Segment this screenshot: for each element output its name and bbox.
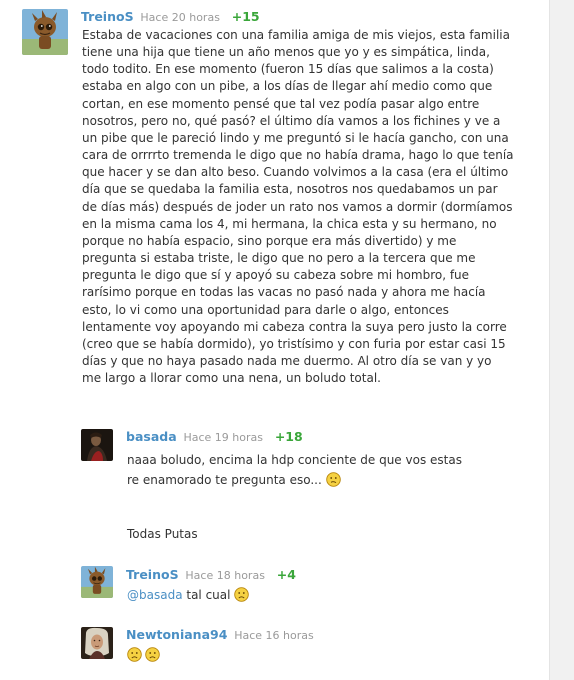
vote-score: +4 [276, 567, 296, 582]
groot-avatar[interactable] [22, 9, 68, 55]
page-scroll-gutter [549, 0, 574, 680]
timestamp[interactable]: Hace 20 horas [140, 11, 220, 24]
comment-header: basada Hace 19 horas +18 [126, 429, 303, 446]
user-mention-link[interactable]: @basada [127, 588, 183, 602]
username[interactable]: TreinoS [126, 567, 179, 582]
newton-portrait-avatar[interactable] [81, 627, 113, 659]
comment-header: TreinoS Hace 18 horas +4 [126, 567, 296, 584]
painting-avatar[interactable] [81, 429, 113, 461]
comment-text: naaa boludo, encima la hdp conciente de … [127, 453, 462, 487]
comment-body: Estaba de vacaciones con una familia ami… [82, 28, 514, 386]
comment-body: naaa boludo, encima la hdp conciente de … [127, 450, 477, 490]
sad-emoji-icon [127, 647, 142, 662]
groot-avatar[interactable] [81, 566, 113, 598]
comment-text: tal cual [186, 588, 231, 602]
username[interactable]: Newtoniana94 [126, 627, 227, 642]
sad-emoji-icon [145, 647, 160, 662]
sad-emoji-icon [234, 587, 250, 602]
comment-header: TreinoS Hace 20 horas +15 [81, 9, 260, 26]
vote-score: +15 [231, 9, 260, 24]
username[interactable]: basada [126, 429, 177, 444]
comment-body: @basada tal cual [127, 587, 427, 604]
comment-body [127, 647, 227, 664]
timestamp[interactable]: Hace 19 horas [183, 431, 263, 444]
timestamp[interactable]: Hace 18 horas [185, 569, 265, 582]
comment-header: Newtoniana94 Hace 16 horas [126, 627, 314, 644]
confused-emoji-icon [325, 472, 341, 487]
username[interactable]: TreinoS [81, 9, 134, 24]
timestamp[interactable]: Hace 16 horas [234, 629, 314, 642]
vote-score: +18 [274, 429, 303, 444]
comment-text: Todas Putas [127, 527, 198, 541]
